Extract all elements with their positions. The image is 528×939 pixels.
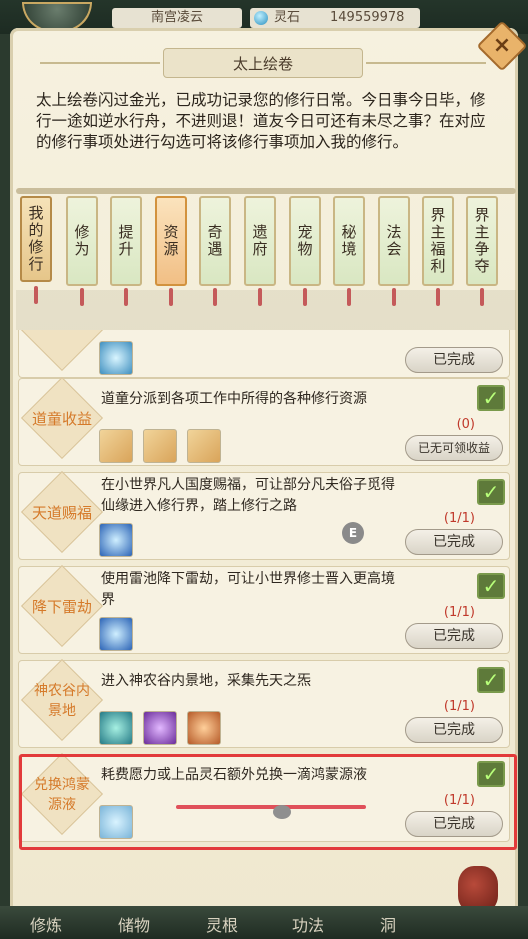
task-badge-label: 神农谷内景地 [34,683,90,719]
completed-button[interactable]: 已完成 [405,623,503,649]
title-divider-left [40,62,160,64]
task-progress: (1/1) [443,511,475,526]
tassel [392,288,396,306]
title-divider-right [366,62,486,64]
tab-pets[interactable]: 宠物 [289,196,321,286]
task-progress: (1/1) [443,605,475,620]
nav-cultivate[interactable]: 修炼 [30,912,62,936]
task-badge-label: 天道赐福 [31,504,92,522]
tab-my-practice[interactable]: 我的修行 [20,196,52,282]
checkbox-checked-icon[interactable]: ✓ [477,479,505,505]
swipe-handle [273,805,291,819]
tassel [258,288,262,306]
swipe-line [176,805,366,809]
checkbox-checked-icon[interactable]: ✓ [477,667,505,693]
task-badge-label: 降下雷劫 [31,598,92,616]
task-badge-label [29,330,95,359]
intro-text: 太上绘卷闪过金光，已成功记录您的修行日常。今日事今日毕，修行一途如逆水行舟，不进… [36,91,486,151]
tassel [169,288,173,306]
close-icon: × [492,33,512,58]
task-card: 降下雷劫 使用雷池降下雷劫，可让小世界修士晋入更高境界 (1/1) ✓ 已完成 [18,564,510,654]
reward-item-icon[interactable] [99,617,133,651]
task-description: 使用雷池降下雷劫，可让小世界修士晋入更高境界 [101,571,395,608]
touch-marker-e: E [342,522,364,544]
tab-realm-lord-contest[interactable]: 界主争夺 [466,196,498,286]
tassel [213,288,217,306]
reward-item-icon[interactable] [99,711,133,745]
checkbox-checked-icon[interactable]: ✓ [477,573,505,599]
task-card: 神农谷内景地 进入神农谷内景地，采集先天之炁 (1/1) ✓ 已完成 [18,658,510,748]
spirit-stone-icon [254,11,268,25]
tassel [347,288,351,306]
tab-dharma-assembly[interactable]: 法会 [378,196,410,286]
tab-adventure[interactable]: 奇遇 [199,196,231,286]
tassel [34,286,38,304]
completed-button[interactable]: 已完成 [405,717,503,743]
nav-techniques[interactable]: 功法 [292,912,324,936]
tab-realm-lord-welfare[interactable]: 界主福利 [422,196,454,286]
spirit-stone-value: 149559978 [330,10,405,25]
task-description: 道童分派到各项工作中所得的各种修行资源 [101,391,367,407]
spirit-stone-counter: 灵石 149559978 [250,8,420,28]
task-badge-label: 道童收益 [31,410,92,428]
task-progress: (1/1) [443,699,475,714]
panel-title: 太上绘卷 [163,48,363,78]
highlight-box [19,754,517,850]
reward-item-icon[interactable] [143,429,177,463]
tab-cultivation[interactable]: 修为 [66,196,98,286]
tab-resources[interactable]: 资源 [155,196,187,286]
reward-item-icon[interactable] [187,429,221,463]
task-description: 在小世界凡人国度赐福，可让部分凡夫俗子觅得仙缘进入修行界，踏上修行之路 [101,477,395,514]
tab-secret-realm[interactable]: 秘境 [333,196,365,286]
task-progress: (0) [456,417,475,432]
reward-item-icon[interactable] [187,711,221,745]
no-claimable-button[interactable]: 已无可领收益 [405,435,503,461]
nav-spirit-root[interactable]: 灵根 [206,912,238,936]
nav-storage[interactable]: 储物 [118,912,150,936]
tassel [436,288,440,306]
reward-item-icon[interactable] [99,341,133,375]
tab-improve[interactable]: 提升 [110,196,142,286]
completed-button[interactable]: 已完成 [405,347,503,373]
task-card: 道童收益 道童分派到各项工作中所得的各种修行资源 (0) ✓ 已无可领收益 [18,376,510,466]
checkbox-checked-icon[interactable]: ✓ [477,385,505,411]
task-card: 已完成 [18,330,510,378]
completed-button[interactable]: 已完成 [405,529,503,555]
tab-shadow [16,290,516,330]
tassel [303,288,307,306]
task-card: 天道赐福 在小世界凡人国度赐福，可让部分凡夫俗子觅得仙缘进入修行界，踏上修行之路… [18,470,510,560]
tassel [124,288,128,306]
tab-rod [16,188,516,194]
tassel [80,288,84,306]
bottom-nav: 修炼 储物 灵根 功法 洞 [0,906,528,939]
spirit-stone-label: 灵石 [274,10,301,25]
tab-relic-mansion[interactable]: 遗府 [244,196,276,286]
player-name: 南宫凌云 [112,8,242,28]
reward-item-icon[interactable] [99,523,133,557]
reward-item-icon[interactable] [99,429,133,463]
nav-cave[interactable]: 洞 [380,912,396,936]
reward-item-icon[interactable] [143,711,177,745]
tassel [480,288,484,306]
task-description: 进入神农谷内景地，采集先天之炁 [101,673,311,689]
